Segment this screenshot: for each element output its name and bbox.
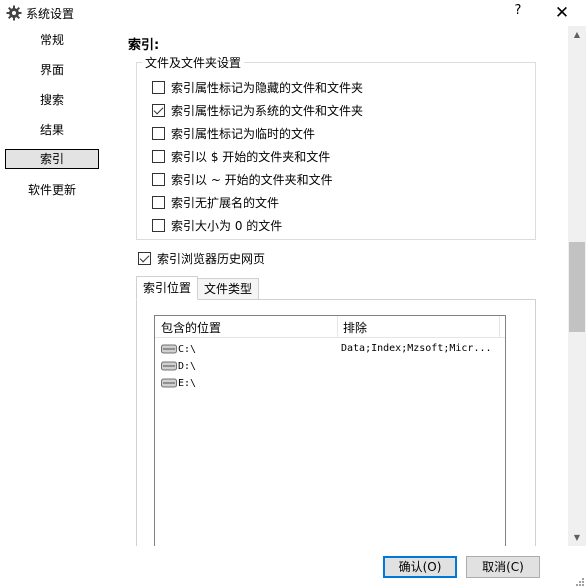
drive-icon [161, 378, 177, 388]
option-label: 索引属性标记为系统的文件和文件夹 [171, 103, 364, 118]
option-browser-history[interactable]: 索引浏览器历史网页 [138, 249, 265, 267]
title-bar: 系统设置 ? ✕ [0, 0, 586, 26]
location-cell: C:\ [178, 343, 197, 355]
column-divider[interactable] [499, 316, 500, 338]
tab-index-locations[interactable]: 索引位置 [136, 276, 199, 300]
checkbox[interactable] [152, 218, 165, 232]
option-label: 索引以 $ 开始的文件夹和文件 [171, 149, 331, 164]
location-cell: E:\ [178, 377, 197, 389]
tab-file-types[interactable]: 文件类型 [197, 278, 260, 300]
location-cell: D:\ [178, 360, 197, 372]
checkbox[interactable] [152, 126, 165, 140]
option-label: 索引属性标记为隐藏的文件和文件夹 [171, 80, 364, 95]
option-label: 索引属性标记为临时的文件 [171, 126, 316, 141]
option-temp-files[interactable]: 索引属性标记为临时的文件 [152, 124, 315, 142]
vertical-scrollbar[interactable]: ▲ ▼ [568, 26, 586, 546]
option-zero-size[interactable]: 索引大小为 0 的文件 [152, 216, 282, 234]
resize-grip-icon[interactable] [574, 576, 584, 586]
option-hidden-files[interactable]: 索引属性标记为隐藏的文件和文件夹 [152, 78, 363, 96]
close-button[interactable]: ✕ [548, 1, 576, 25]
option-system-files[interactable]: 索引属性标记为系统的文件和文件夹 [152, 101, 363, 119]
dialog-footer: 确认(O) 取消(C) [0, 546, 586, 588]
sidebar-item-general[interactable]: 常规 [5, 30, 99, 50]
column-header-location[interactable]: 包含的位置 [161, 319, 221, 336]
sidebar-item-interface[interactable]: 界面 [5, 60, 99, 80]
table-header: 包含的位置 排除 [155, 316, 505, 338]
column-divider[interactable] [337, 316, 338, 338]
sidebar-item-index[interactable]: 索引 [5, 149, 99, 169]
section-title: 索引: [128, 38, 160, 53]
option-tilde-files[interactable]: 索引以 ~ 开始的文件夹和文件 [152, 170, 333, 188]
table-row[interactable]: C:\ [161, 341, 196, 357]
table-row[interactable]: D:\ [161, 358, 196, 374]
checkbox-checked[interactable] [138, 251, 151, 265]
exclude-cell: Data;Index;Mzsoft;Micr... [341, 343, 492, 354]
drive-icon [161, 361, 177, 371]
option-dollar-files[interactable]: 索引以 $ 开始的文件夹和文件 [152, 147, 330, 165]
locations-table[interactable]: 包含的位置 排除 C:\ Data;Index;Mzsoft;Micr... D… [154, 315, 506, 546]
option-label: 索引以 ~ 开始的文件夹和文件 [171, 172, 333, 187]
window-title: 系统设置 [26, 7, 75, 21]
checkbox[interactable] [152, 80, 165, 94]
cancel-button[interactable]: 取消(C) [466, 556, 540, 578]
option-no-extension[interactable]: 索引无扩展名的文件 [152, 193, 279, 211]
column-header-exclude[interactable]: 排除 [343, 319, 367, 336]
sidebar-item-results[interactable]: 结果 [5, 120, 99, 140]
sidebar-item-updates[interactable]: 软件更新 [5, 180, 99, 200]
checkbox[interactable] [152, 172, 165, 186]
option-label: 索引大小为 0 的文件 [171, 218, 283, 233]
checkbox[interactable] [152, 195, 165, 209]
table-row[interactable]: E:\ [161, 375, 196, 391]
sidebar-item-search[interactable]: 搜索 [5, 90, 99, 110]
gear-icon [6, 5, 22, 21]
drive-icon [161, 344, 177, 354]
ok-button[interactable]: 确认(O) [383, 556, 457, 578]
help-button[interactable]: ? [508, 3, 528, 23]
settings-panel: 索引: 文件及文件夹设置 索引属性标记为隐藏的文件和文件夹 索引属性标记为系统的… [106, 26, 568, 546]
checkbox[interactable] [152, 149, 165, 163]
scroll-thumb[interactable] [569, 242, 585, 332]
checkbox-checked[interactable] [152, 103, 165, 117]
option-label: 索引无扩展名的文件 [171, 195, 280, 210]
group-title: 文件及文件夹设置 [142, 54, 245, 71]
option-label: 索引浏览器历史网页 [157, 251, 266, 266]
scroll-up-icon[interactable]: ▲ [568, 26, 586, 43]
scroll-down-icon[interactable]: ▼ [568, 529, 586, 546]
